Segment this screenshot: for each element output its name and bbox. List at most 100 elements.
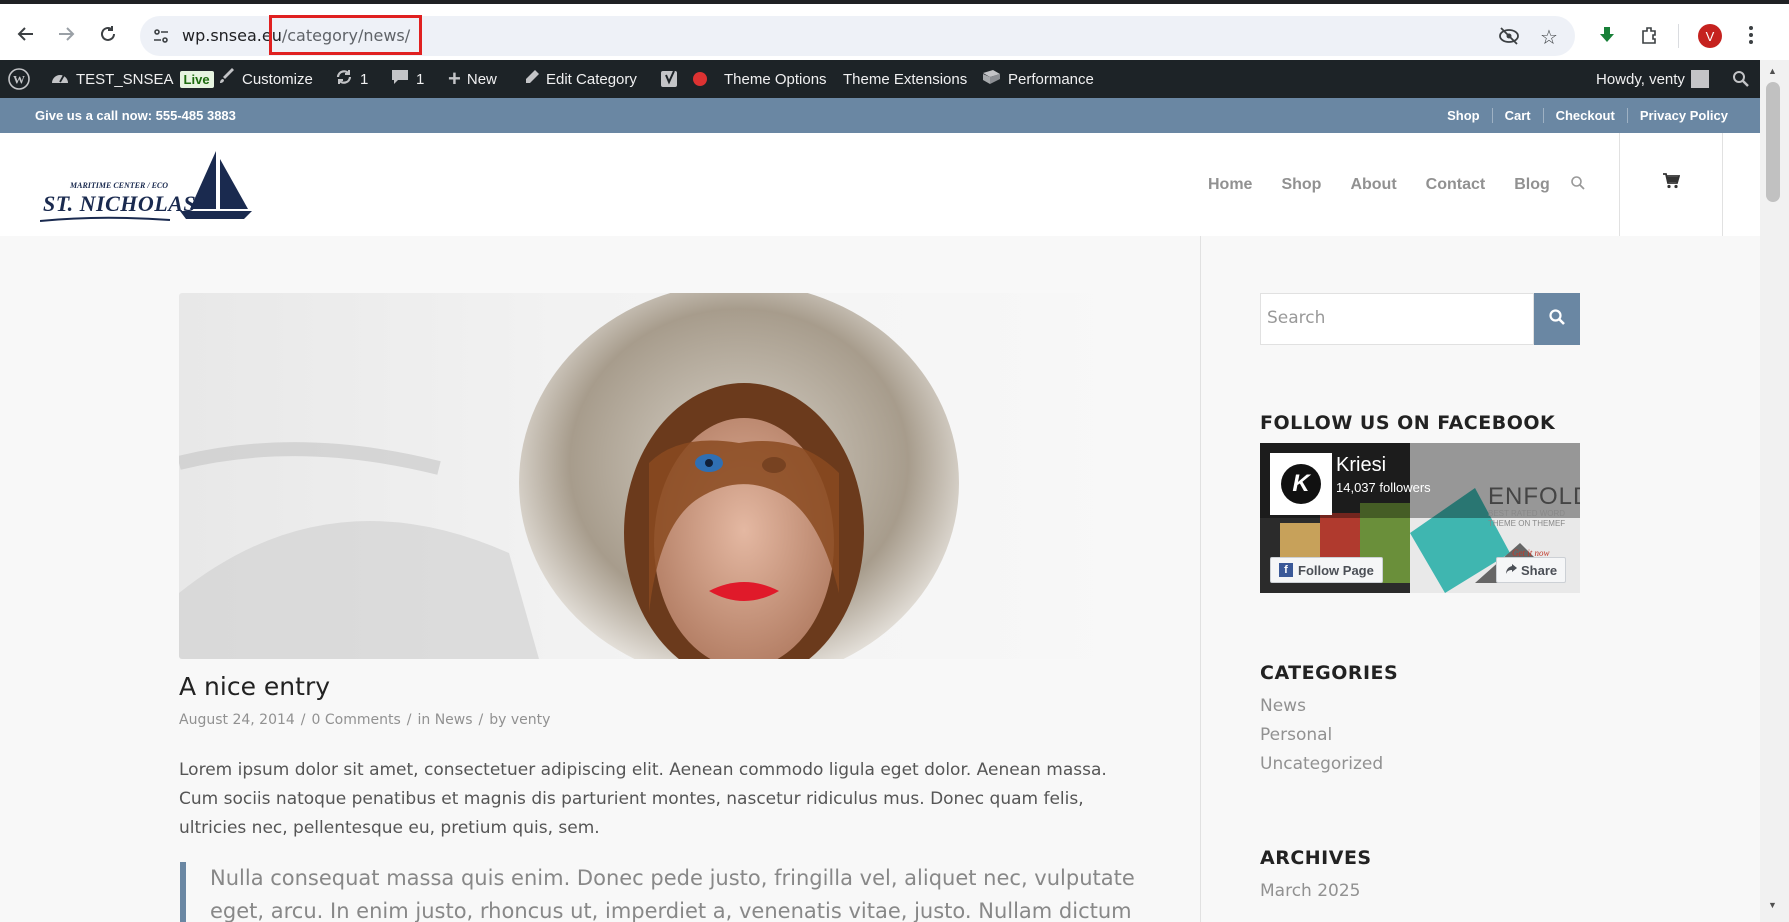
site-header: MARITIME CENTER / ECO ST. NICHOLAS Home … — [0, 133, 1760, 236]
post-comments-link[interactable]: 0 Comments — [312, 712, 401, 728]
pencil-icon — [524, 69, 540, 89]
share-arrow-icon — [1505, 563, 1517, 578]
fb-follow-button[interactable]: f Follow Page — [1270, 557, 1383, 583]
live-badge: Live — [179, 70, 214, 88]
performance-icon — [980, 68, 1002, 90]
seo-status-dot — [693, 60, 707, 98]
facebook-page-widget[interactable]: K Kriesi 14,037 followers ENFOLD BEST RA… — [1260, 443, 1580, 593]
content-sidebar-divider — [1200, 236, 1201, 922]
facebook-icon: f — [1279, 563, 1293, 577]
nav-home[interactable]: Home — [1208, 176, 1252, 194]
comment-bubble-icon — [390, 68, 410, 90]
plus-icon: + — [448, 66, 461, 91]
adminbar-my-account[interactable]: Howdy, venty — [1596, 60, 1709, 98]
kebab-menu-icon[interactable] — [1738, 22, 1764, 48]
categories-list: News Personal Uncategorized — [1260, 692, 1383, 779]
main-nav: Home Shop About Contact Blog — [1208, 176, 1579, 194]
adminbar-updates[interactable]: 1 — [334, 60, 368, 98]
adminbar-performance[interactable]: Performance — [980, 60, 1094, 98]
forward-icon[interactable] — [52, 20, 80, 48]
post-excerpt: Lorem ipsum dolor sit amet, consectetuer… — [179, 760, 1107, 838]
scroll-down-arrow-icon[interactable]: ▼ — [1768, 900, 1777, 910]
category-link-personal[interactable]: Personal — [1260, 721, 1383, 750]
nav-search-icon[interactable] — [1570, 175, 1586, 196]
paintbrush-icon — [218, 68, 236, 90]
top-link-cart[interactable]: Cart — [1491, 108, 1543, 123]
post-title[interactable]: A nice entry — [179, 672, 330, 701]
nav-shop[interactable]: Shop — [1281, 176, 1321, 194]
customize-label: Customize — [242, 70, 313, 88]
sidebar-search-input[interactable]: Search — [1260, 293, 1534, 345]
performance-label: Performance — [1008, 70, 1094, 88]
post-by-label: by — [489, 712, 507, 728]
cart-icon[interactable] — [1662, 173, 1681, 194]
sidebar-search-button[interactable] — [1534, 293, 1580, 345]
facebook-widget-heading: FOLLOW US ON FACEBOOK — [1260, 412, 1556, 434]
post-category-link[interactable]: News — [435, 712, 473, 728]
adminbar-site-name[interactable]: TEST_SNSEA Live — [50, 60, 214, 98]
wordpress-logo-icon[interactable]: W — [8, 60, 30, 98]
kriesi-logo-icon: K — [1270, 453, 1332, 515]
top-link-shop[interactable]: Shop — [1435, 108, 1492, 123]
adminbar-edit-category[interactable]: Edit Category — [524, 60, 637, 98]
nav-about[interactable]: About — [1350, 176, 1396, 194]
adminbar-theme-extensions[interactable]: Theme Extensions — [843, 60, 967, 98]
new-label: New — [466, 70, 497, 88]
fb-banner-title: ENFOLD — [1488, 483, 1580, 510]
reload-icon[interactable] — [94, 20, 122, 48]
wp-admin-bar: W TEST_SNSEA Live Customize 1 1 + New Ed… — [0, 60, 1760, 98]
category-link-uncategorized[interactable]: Uncategorized — [1260, 750, 1383, 779]
phone-text: Give us a call now: 555-485 3883 — [35, 108, 236, 123]
scrollbar-thumb[interactable] — [1766, 82, 1780, 202]
url-highlight-box — [269, 15, 422, 55]
adminbar-theme-options[interactable]: Theme Options — [724, 60, 827, 98]
profile-avatar[interactable]: V — [1698, 24, 1722, 48]
search-icon — [1548, 308, 1566, 331]
header-cart[interactable] — [1619, 133, 1723, 236]
adminbar-new[interactable]: + New — [448, 60, 497, 98]
site-top-bar: Give us a call now: 555-485 3883 Shop Ca… — [0, 98, 1760, 133]
scroll-up-arrow-icon[interactable]: ▲ — [1768, 66, 1777, 76]
adminbar-search-icon[interactable] — [1732, 60, 1750, 98]
post-blockquote: Nulla consequat massa quis enim. Donec p… — [180, 862, 1140, 922]
post-date: August 24, 2014 — [179, 712, 295, 728]
svg-text:W: W — [13, 73, 25, 87]
back-icon[interactable] — [12, 20, 40, 48]
download-icon[interactable] — [1594, 22, 1620, 48]
nav-blog[interactable]: Blog — [1514, 176, 1550, 194]
fb-share-button[interactable]: Share — [1496, 557, 1567, 583]
howdy-label: Howdy, venty — [1596, 70, 1685, 88]
sidebar-search: Search — [1260, 293, 1580, 345]
fb-followers: 14,037 followers — [1336, 480, 1431, 495]
archives-heading: ARCHIVES — [1260, 847, 1372, 869]
fb-share-label: Share — [1521, 562, 1558, 578]
extensions-icon[interactable] — [1636, 22, 1662, 48]
archive-link[interactable]: March 2025 — [1260, 877, 1361, 906]
comments-count: 1 — [416, 70, 425, 88]
adminbar-customize[interactable]: Customize — [218, 60, 313, 98]
post-featured-image[interactable] — [179, 293, 1144, 659]
site-info-icon[interactable] — [152, 27, 170, 50]
updates-count: 1 — [360, 70, 369, 88]
bookmark-star-icon[interactable]: ☆ — [1540, 25, 1558, 50]
top-link-privacy-policy[interactable]: Privacy Policy — [1626, 108, 1740, 123]
post-author-link[interactable]: venty — [511, 712, 551, 728]
site-logo[interactable]: MARITIME CENTER / ECO ST. NICHOLAS — [39, 147, 255, 223]
yoast-seo-icon[interactable] — [660, 60, 680, 98]
fb-follow-label: Follow Page — [1298, 562, 1374, 578]
top-link-checkout[interactable]: Checkout — [1542, 108, 1627, 123]
url-host: wp.snsea.eu — [182, 26, 282, 45]
toolbar-divider — [1678, 24, 1679, 48]
site-name-label: TEST_SNSEA — [76, 70, 174, 88]
fb-banner-sub2: THEME ON THEMEF — [1488, 519, 1566, 528]
fb-page-name[interactable]: Kriesi — [1336, 454, 1386, 477]
page-scrollbar[interactable]: ▲ ▼ — [1760, 60, 1789, 922]
eye-slash-icon[interactable] — [1498, 26, 1520, 51]
adminbar-comments[interactable]: 1 — [390, 60, 424, 98]
nav-contact[interactable]: Contact — [1426, 176, 1486, 194]
category-link-news[interactable]: News — [1260, 692, 1383, 721]
categories-heading: CATEGORIES — [1260, 662, 1399, 684]
logo-name: ST. NICHOLAS — [43, 191, 197, 216]
theme-options-label: Theme Options — [724, 70, 827, 88]
user-avatar — [1690, 70, 1709, 88]
